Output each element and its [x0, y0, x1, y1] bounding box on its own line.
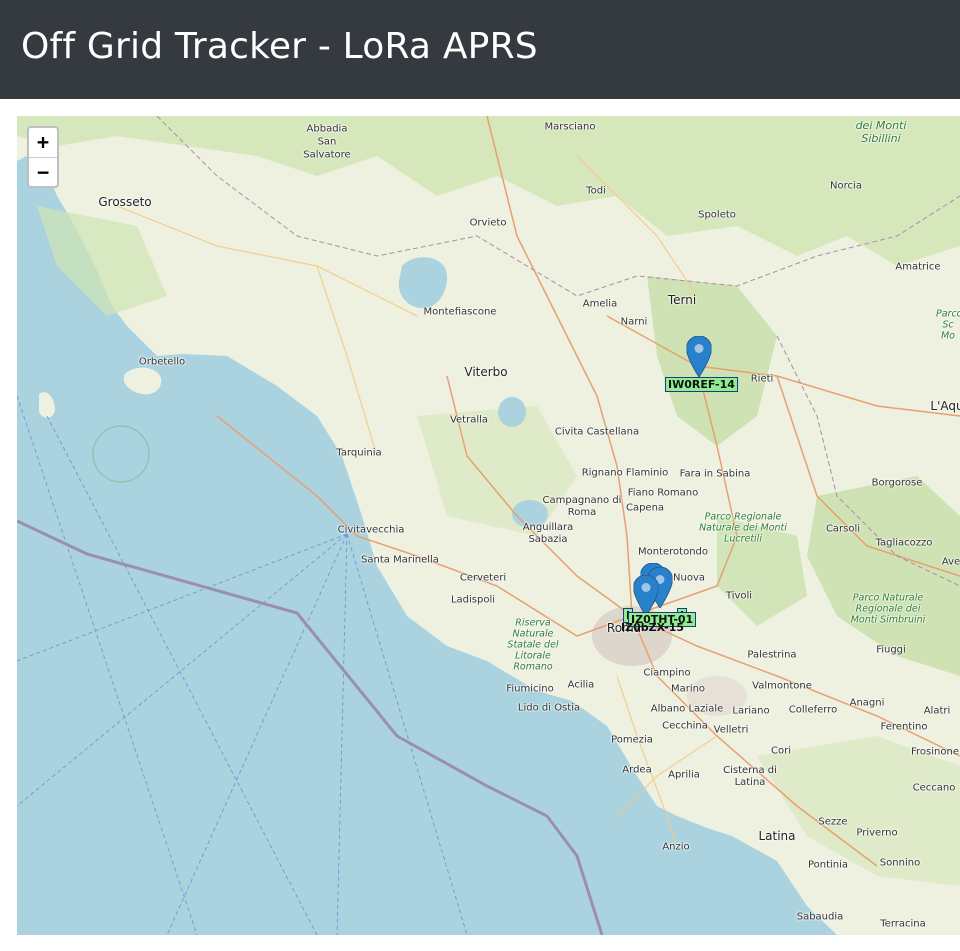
place-label: Amatrice [895, 261, 941, 273]
place-label: Amelia [582, 298, 618, 310]
place-label: Colleferro [788, 704, 838, 716]
place-label: Grosseto [98, 195, 152, 209]
place-label: Monterotondo [637, 546, 709, 558]
place-label: Montefiascone [423, 306, 497, 318]
place-label: Albano Laziale [650, 703, 724, 715]
place-label: Nuova [673, 572, 705, 584]
place-label: Ciampino [643, 667, 691, 679]
place-label: Terni [667, 293, 697, 307]
park-label: Parco Naturale Regionale dei Monti Simbr… [850, 592, 926, 626]
place-label: Narni [620, 316, 648, 328]
place-label: Terracina [880, 918, 926, 930]
place-label: Tarquinia [336, 447, 382, 459]
place-label: Frosinone [911, 746, 959, 758]
place-label: Aprilia [668, 769, 700, 781]
page-header: Off Grid Tracker - LoRa APRS [0, 0, 960, 99]
place-label: Fiuggi [876, 644, 906, 656]
place-label: Velletri [713, 724, 749, 736]
place-label: Marsciano [544, 121, 596, 133]
place-label: Civita Castellana [554, 426, 640, 438]
lake-vico [498, 397, 526, 427]
place-label: Todi [586, 185, 606, 197]
place-label: Lariano [732, 705, 770, 717]
place-label: Cecchina [662, 720, 708, 732]
place-label: Pontinia [807, 859, 849, 871]
place-label: Ardea [622, 764, 652, 776]
place-label: Campagnano di Roma [542, 495, 622, 518]
place-label: Rignano Flaminio [581, 467, 669, 479]
park-label: Parco Regionale Naturale dei Monti Lucre… [699, 511, 787, 545]
park-label: dei Monti Sibillini [855, 119, 907, 145]
place-label: Cisterna di Latina [723, 765, 777, 788]
place-label: Capena [625, 502, 665, 514]
place-label: Sabaudia [796, 911, 844, 923]
place-label: Tagliacozzo [875, 537, 933, 549]
place-label: Cerveteri [459, 572, 507, 584]
place-label: Orvieto [469, 217, 507, 229]
place-label: Acilia [567, 679, 595, 691]
place-label: Abbadia San Salvatore [303, 123, 351, 161]
place-label: Norcia [830, 180, 862, 192]
place-label: Anzio [662, 841, 690, 853]
zoom-control: + − [27, 126, 59, 188]
station-marker-icon[interactable] [686, 336, 712, 377]
page-title: Off Grid Tracker - LoRa APRS [21, 26, 538, 67]
place-label: Latina [758, 829, 796, 843]
place-label: Viterbo [464, 365, 508, 379]
place-label: Anguillara Sabazia [522, 522, 574, 545]
place-label: Tivoli [725, 590, 753, 602]
park-label: Riserva Naturale Statale del Litorale Ro… [507, 617, 559, 673]
place-label: Borgorose [871, 477, 923, 489]
place-label: Anagni [849, 697, 885, 709]
place-label: Fiano Romano [627, 487, 699, 499]
place-label: Ladispoli [450, 594, 496, 606]
place-label: Sonnino [879, 857, 921, 869]
place-label: Carsoli [825, 523, 861, 535]
place-label: Cori [771, 745, 791, 757]
place-label: Santa Marinella [361, 554, 439, 566]
zoom-in-button[interactable]: + [29, 128, 57, 158]
place-label: Fiumicino [506, 683, 554, 695]
station-label[interactable]: IZ0bZX-15 [618, 620, 687, 635]
place-label: Sezze [818, 816, 848, 828]
map-view[interactable]: Marsciano Abbadia San Salvatore Grosseto… [17, 116, 960, 935]
zoom-out-button[interactable]: − [29, 158, 57, 187]
place-label: Marino [670, 683, 706, 695]
place-label: L'Aqu [930, 399, 960, 413]
place-label: Rieti [750, 373, 774, 385]
place-label: Ave [941, 556, 960, 568]
place-label: Ferentino [880, 721, 928, 733]
map-base-layer [17, 116, 960, 935]
place-label: Pomezia [611, 734, 653, 746]
place-label: Alatri [923, 705, 951, 717]
station-label[interactable]: IW0REF-14 [665, 377, 738, 392]
place-label: Priverno [856, 827, 898, 839]
place-label: Orbetello [138, 356, 186, 368]
place-label: Lido di Ostia [517, 702, 581, 714]
place-label: Fara in Sabina [679, 468, 751, 480]
place-label: Palestrina [747, 649, 797, 661]
place-label: Civitavecchia [337, 524, 405, 536]
place-label: Spoleto [698, 209, 736, 221]
station-marker-icon[interactable] [633, 575, 659, 616]
place-label: Valmontone [752, 680, 812, 692]
place-label: Ceccano [912, 782, 956, 794]
park-label: Parco Sc Mo [936, 308, 960, 342]
place-label: Vetralla [449, 414, 489, 426]
